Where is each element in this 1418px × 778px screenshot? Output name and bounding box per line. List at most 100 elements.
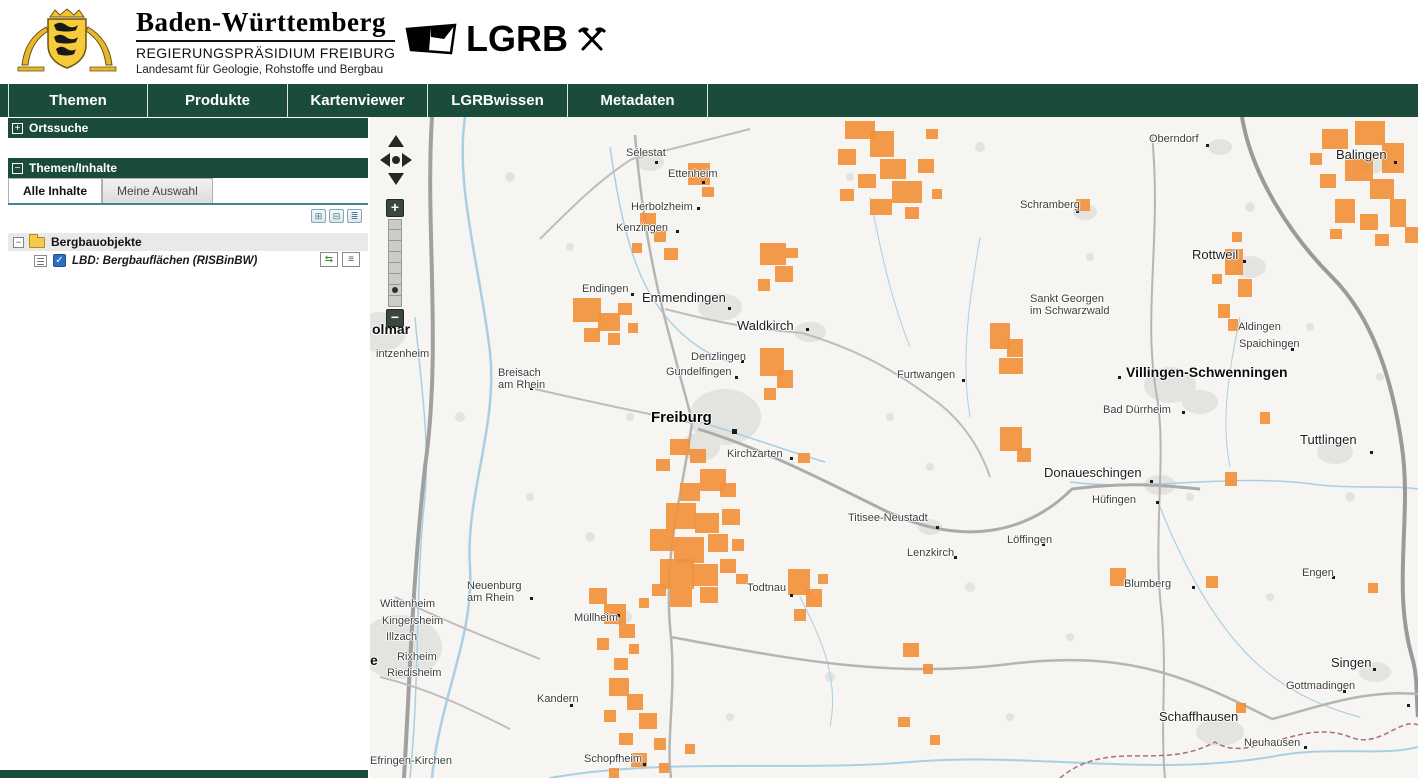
lgrb-map-sheet-icon (404, 23, 458, 55)
map-label: Müllheim (574, 612, 618, 624)
nav-item-kartenviewer[interactable]: Kartenviewer (288, 84, 428, 117)
map-label: Kandern (537, 693, 579, 705)
panel-header-themen-inhalte[interactable]: − Themen/Inhalte (8, 158, 368, 178)
map-label: Gottmadingen (1286, 680, 1355, 692)
map-label: Spaichingen (1239, 338, 1300, 350)
main-nav: ThemenProdukteKartenviewerLGRBwissenMeta… (0, 84, 1418, 117)
sidebar-tabs: Alle InhalteMeine Auswahl (8, 178, 213, 203)
map-label: Löffingen (1007, 534, 1052, 546)
zoom-out-button[interactable]: − (386, 309, 404, 327)
tree-tool-list-icon[interactable]: ≣ (347, 209, 362, 223)
pan-arrows-icon (378, 133, 414, 187)
map-label: Kirchzarten (727, 448, 783, 460)
layer-checkbox[interactable]: ✓ (53, 254, 66, 267)
map-label: Freiburg (651, 410, 712, 426)
lgrb-abbr: LGRB (466, 18, 568, 60)
map-label: Lenzkirch (907, 547, 954, 559)
map-label: Schopfheim (584, 753, 642, 765)
folder-label[interactable]: Bergbauobjekte (51, 235, 142, 249)
tree-tool-collapse-icon[interactable]: ⊟ (329, 209, 344, 223)
nav-item-metadaten[interactable]: Metadaten (568, 84, 708, 117)
map-label: Endingen (582, 283, 629, 295)
layer-legend-icon[interactable]: ≡ (342, 252, 360, 267)
map-label: Denzlingen (691, 351, 746, 363)
tab-accent-line (8, 203, 368, 205)
map-label: Ettenheim (668, 168, 718, 180)
map-label: Villingen-Schwenningen (1126, 365, 1288, 380)
map-label: Schaffhausen (1159, 710, 1238, 724)
tab-meine-auswahl[interactable]: Meine Auswahl (102, 178, 213, 203)
tab-alle-inhalte[interactable]: Alle Inhalte (8, 178, 102, 203)
map-label: Blumberg (1124, 578, 1171, 590)
zoom-slider-track[interactable] (388, 219, 402, 307)
folder-icon (29, 237, 45, 248)
map-label: Aldingen (1238, 321, 1281, 333)
map-label: Sankt Georgen im Schwarzwald (1030, 293, 1109, 317)
panel-label-themen-inhalte: Themen/Inhalte (29, 161, 117, 175)
map-label: Neuenburg am Rhein (467, 580, 521, 604)
lgrb-logo: LGRB (404, 18, 608, 60)
map-label: Efringen-Kirchen (370, 755, 452, 767)
map-label: Titisee-Neustadt (848, 512, 928, 524)
zoom-in-button[interactable]: + (386, 199, 404, 217)
layer-actions: ⇆≡ (320, 252, 360, 267)
zoom-level-7[interactable] (388, 296, 402, 307)
map-label: Waldkirch (737, 319, 794, 333)
zoom-level-6[interactable] (388, 285, 402, 296)
tree-toolbar: ⊞⊟≣ (311, 209, 362, 223)
zoom-control: + − (386, 199, 404, 327)
header: Baden-Württemberg REGIERUNGSPRÄSIDIUM FR… (0, 0, 1418, 84)
zoom-level-0[interactable] (388, 219, 402, 230)
sidebar-bottom-bar (0, 770, 368, 778)
map-label: Wittenheim (380, 598, 435, 610)
zoom-level-3[interactable] (388, 252, 402, 263)
nav-item-themen[interactable]: Themen (8, 84, 148, 117)
map-label: Schramberg (1020, 199, 1080, 211)
zoom-level-5[interactable] (388, 274, 402, 285)
map-label: Breisach am Rhein (498, 367, 545, 391)
zoom-level-1[interactable] (388, 230, 402, 241)
nav-item-produkte[interactable]: Produkte (148, 84, 288, 117)
panel-header-ortssuche[interactable]: + Ortssuche (8, 118, 368, 138)
map-labels-layer: SélestatEttenheimHerbolzheimKenzingenEnd… (370, 117, 1418, 778)
pan-control[interactable] (378, 133, 414, 192)
map-label: e (370, 653, 378, 668)
map-label: Furtwangen (897, 369, 955, 381)
tree-row-layer[interactable]: ✓ LBD: Bergbauflächen (RISBinBW) (8, 251, 368, 270)
hammer-pick-icon (576, 25, 608, 53)
map-label: Hüfingen (1092, 494, 1136, 506)
zoom-level-4[interactable] (388, 263, 402, 274)
map-label: Bad Dürrheim (1103, 404, 1171, 416)
brand-subtitle: REGIERUNGSPRÄSIDIUM FREIBURG (136, 40, 395, 61)
coat-of-arms-graphic (12, 5, 122, 77)
map-label: Balingen (1336, 148, 1387, 162)
map-viewport[interactable]: SélestatEttenheimHerbolzheimKenzingenEnd… (370, 117, 1418, 778)
map-label: Riedisheim (387, 667, 441, 679)
map-label: Donaueschingen (1044, 466, 1142, 480)
sidebar: + Ortssuche − Themen/Inhalte Alle Inhalt… (8, 117, 368, 770)
layer-symbol-icon (34, 255, 47, 267)
layer-transparency-icon[interactable]: ⇆ (320, 252, 338, 267)
layer-label[interactable]: LBD: Bergbauflächen (RISBinBW) (72, 255, 257, 267)
collapse-minus-icon[interactable]: − (12, 163, 23, 174)
tree-expand-icon[interactable]: − (13, 237, 24, 248)
map-label: intzenheim (376, 348, 429, 360)
map-label: Sélestat (626, 147, 666, 159)
tree-tool-expand-icon[interactable]: ⊞ (311, 209, 326, 223)
brand-block: Baden-Württemberg REGIERUNGSPRÄSIDIUM FR… (136, 7, 395, 76)
map-label: Rixheim (397, 651, 437, 663)
map-label: Todtnau (747, 582, 786, 594)
map-label: Herbolzheim (631, 201, 693, 213)
tree-row-folder[interactable]: − Bergbauobjekte (8, 233, 368, 251)
map-label: Rottweil (1192, 248, 1238, 262)
panel-label-ortssuche: Ortssuche (29, 121, 88, 135)
map-label: Kingersheim (382, 615, 443, 627)
expand-plus-icon[interactable]: + (12, 123, 23, 134)
zoom-level-2[interactable] (388, 241, 402, 252)
bw-coat-of-arms-logo (12, 5, 122, 82)
map-label: Illzach (386, 631, 417, 643)
map-label: Neuhausen (1244, 737, 1300, 749)
brand-department: Landesamt für Geologie, Rohstoffe und Be… (136, 64, 395, 76)
map-label: Emmendingen (642, 291, 726, 305)
nav-item-lgrbwissen[interactable]: LGRBwissen (428, 84, 568, 117)
